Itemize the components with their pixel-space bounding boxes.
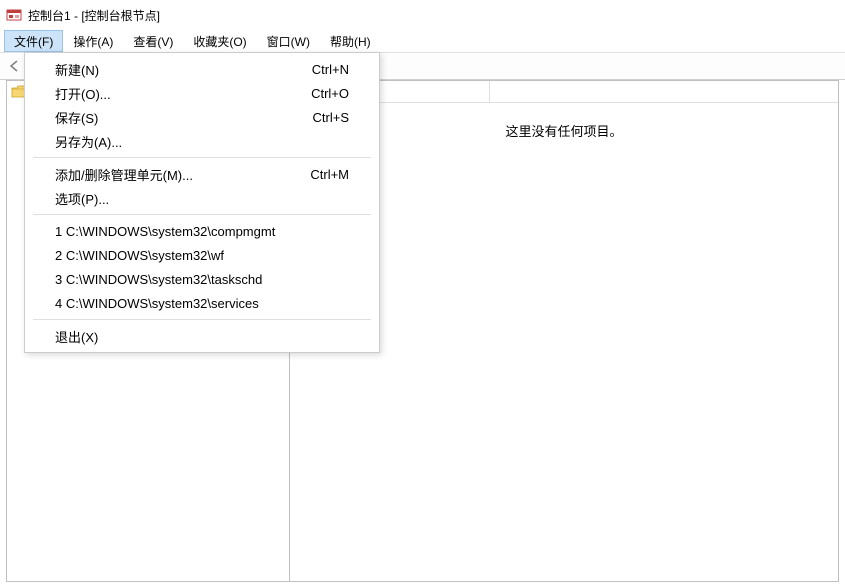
menu-recent-3[interactable]: 3 C:\WINDOWS\system32\taskschd — [25, 267, 379, 291]
menubar: 文件(F) 操作(A) 查看(V) 收藏夹(O) 窗口(W) 帮助(H) — [0, 30, 845, 52]
menu-recent-1-label: 1 C:\WINDOWS\system32\compmgmt — [55, 224, 349, 239]
menu-open-shortcut: Ctrl+O — [311, 86, 349, 101]
menu-new-shortcut: Ctrl+N — [312, 62, 349, 77]
menu-favorites[interactable]: 收藏夹(O) — [183, 30, 256, 52]
menu-separator — [33, 157, 371, 158]
menu-add-remove-snapin-shortcut: Ctrl+M — [310, 167, 349, 182]
menu-save-shortcut: Ctrl+S — [313, 110, 349, 125]
menu-action[interactable]: 操作(A) — [63, 30, 123, 52]
window-title: 控制台1 - [控制台根节点] — [28, 7, 160, 24]
menu-exit-label: 退出(X) — [55, 327, 349, 346]
menu-recent-4[interactable]: 4 C:\WINDOWS\system32\services — [25, 291, 379, 315]
menu-new[interactable]: 新建(N) Ctrl+N — [25, 57, 379, 81]
menu-saveas[interactable]: 另存为(A)... — [25, 129, 379, 153]
menu-options[interactable]: 选项(P)... — [25, 186, 379, 210]
back-button[interactable] — [4, 55, 26, 77]
menu-window[interactable]: 窗口(W) — [257, 30, 320, 52]
menu-file[interactable]: 文件(F) — [4, 30, 63, 52]
menu-save[interactable]: 保存(S) Ctrl+S — [25, 105, 379, 129]
menu-new-label: 新建(N) — [55, 60, 292, 79]
menu-open[interactable]: 打开(O)... Ctrl+O — [25, 81, 379, 105]
menu-separator — [33, 319, 371, 320]
titlebar: 控制台1 - [控制台根节点] — [0, 0, 845, 30]
menu-add-remove-snapin-label: 添加/删除管理单元(M)... — [55, 165, 290, 184]
menu-recent-4-label: 4 C:\WINDOWS\system32\services — [55, 296, 349, 311]
menu-add-remove-snapin[interactable]: 添加/删除管理单元(M)... Ctrl+M — [25, 162, 379, 186]
menu-recent-1[interactable]: 1 C:\WINDOWS\system32\compmgmt — [25, 219, 379, 243]
menu-saveas-label: 另存为(A)... — [55, 132, 329, 151]
menu-exit[interactable]: 退出(X) — [25, 324, 379, 348]
menu-recent-3-label: 3 C:\WINDOWS\system32\taskschd — [55, 272, 349, 287]
menu-recent-2[interactable]: 2 C:\WINDOWS\system32\wf — [25, 243, 379, 267]
menu-save-label: 保存(S) — [55, 108, 293, 127]
menu-options-label: 选项(P)... — [55, 189, 329, 208]
menu-separator — [33, 214, 371, 215]
menu-view[interactable]: 查看(V) — [123, 30, 183, 52]
menu-open-label: 打开(O)... — [55, 84, 291, 103]
menu-help[interactable]: 帮助(H) — [320, 30, 381, 52]
file-dropdown: 新建(N) Ctrl+N 打开(O)... Ctrl+O 保存(S) Ctrl+… — [24, 52, 380, 353]
menu-recent-2-label: 2 C:\WINDOWS\system32\wf — [55, 248, 349, 263]
app-icon — [6, 7, 22, 23]
